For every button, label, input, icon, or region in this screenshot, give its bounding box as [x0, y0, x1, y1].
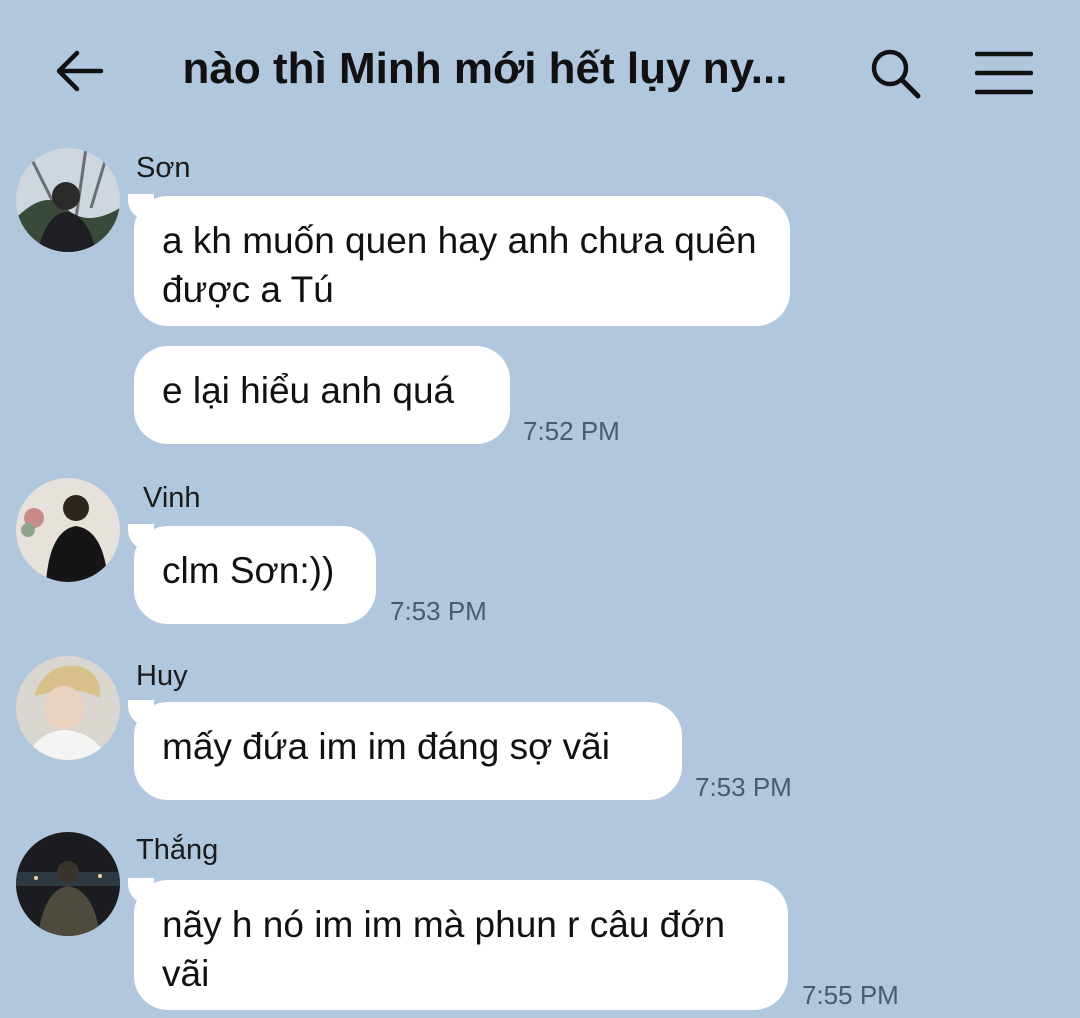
- avatar[interactable]: [16, 656, 120, 760]
- sender-name: Thắng: [136, 834, 219, 866]
- sender-name: Sơn: [136, 152, 191, 184]
- avatar[interactable]: [16, 478, 120, 582]
- search-button[interactable]: [862, 40, 928, 106]
- chat-header: nào thì Minh mới hết lụy ny...: [0, 0, 1080, 140]
- message-bubble[interactable]: mấy đứa im im đáng sợ vãi: [128, 700, 682, 800]
- avatar-vinh: [16, 478, 120, 582]
- avatar-thang: [16, 832, 120, 936]
- hamburger-menu-icon: [975, 51, 1033, 95]
- message-bubble[interactable]: clm Sơn:)): [128, 524, 376, 624]
- message-bubble[interactable]: a kh muốn quen hay anh chưa quên được a …: [128, 194, 790, 326]
- message-time: 7:53 PM: [390, 596, 487, 626]
- avatar-son: [16, 148, 120, 252]
- message-bubble[interactable]: e lại hiểu anh quá: [134, 346, 510, 444]
- message-bubble[interactable]: nãy h nó im im mà phun r câu đớn vãi: [128, 878, 788, 1010]
- avatar[interactable]: [16, 148, 120, 252]
- menu-button[interactable]: [968, 40, 1040, 106]
- avatar-huy: [16, 656, 120, 760]
- message-time: 7:53 PM: [695, 772, 792, 802]
- chat-title: nào thì Minh mới hết lụy ny...: [182, 44, 788, 93]
- sender-name: Huy: [136, 660, 188, 692]
- avatar[interactable]: [16, 832, 120, 936]
- sender-name: Vinh: [143, 482, 201, 514]
- message-time: 7:55 PM: [802, 980, 899, 1010]
- search-icon: [871, 49, 921, 99]
- message-time: 7:52 PM: [523, 416, 620, 446]
- back-button[interactable]: [48, 40, 110, 102]
- arrow-left-icon: [56, 50, 104, 92]
